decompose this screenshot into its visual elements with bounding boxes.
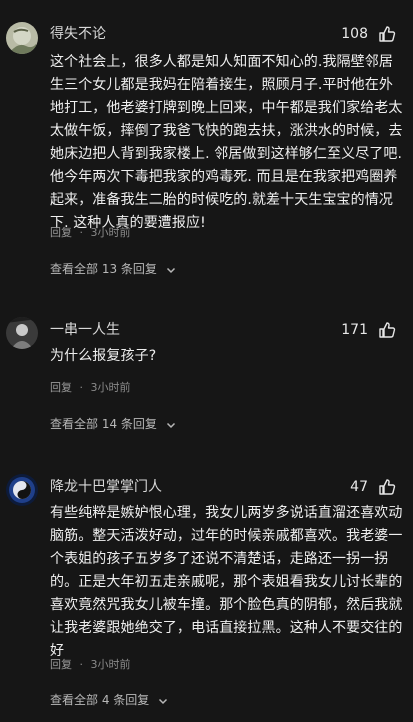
comment-1: 得失不论 108 这个社会上，很多人都是知人知面不知心的.我隔壁邻居生三个女儿都… (0, 0, 413, 290)
timestamp: 3小时前 (90, 226, 131, 239)
thumbs-up-icon[interactable] (378, 321, 396, 339)
chevron-down-icon (166, 267, 175, 273)
view-replies-label: 查看全部 4 条回复 (50, 693, 150, 707)
comment-2: 一串一人生 171 为什么报复孩子? 回复 · 3小时前 查看全部 14 条回复 (0, 290, 413, 440)
separator: · (79, 226, 84, 239)
comment-text: 为什么报复孩子? (50, 348, 157, 364)
like-count: 171 (341, 322, 368, 338)
view-replies-label: 查看全部 14 条回复 (50, 417, 157, 431)
view-replies-button[interactable]: 查看全部 13 条回复 (50, 261, 177, 277)
comment-meta: 回复 · 3小时前 (50, 381, 131, 395)
avatar[interactable] (6, 22, 38, 54)
thumbs-up-icon[interactable] (378, 25, 396, 43)
avatar[interactable] (6, 474, 38, 506)
like-count: 47 (350, 479, 368, 495)
like-count: 108 (341, 26, 368, 42)
comment-text: 有些纯粹是嫉妒恨心理，我女儿两岁多说话直溜还喜欢动脑筋。整天活泼好动，过年的时候… (50, 505, 403, 659)
reply-button[interactable]: 回复 (50, 658, 72, 671)
username[interactable]: 降龙十巴掌掌门人 (50, 478, 162, 496)
comment-3: 降龙十巴掌掌门人 47 有些纯粹是嫉妒恨心理，我女儿两岁多说话直溜还喜欢动脑筋。… (0, 440, 413, 722)
view-replies-label: 查看全部 13 条回复 (50, 262, 157, 276)
comment-text: 这个社会上，很多人都是知人知面不知心的.我隔壁邻居生三个女儿都是我妈在陪着接生，… (50, 54, 403, 231)
view-replies-button[interactable]: 查看全部 14 条回复 (50, 416, 177, 432)
comment-meta: 回复 · 3小时前 (50, 226, 131, 240)
view-replies-button[interactable]: 查看全部 4 条回复 (50, 692, 169, 708)
separator: · (79, 381, 84, 394)
username[interactable]: 得失不论 (50, 25, 106, 43)
separator: · (79, 658, 84, 671)
chevron-down-icon (159, 698, 168, 704)
thumbs-up-icon[interactable] (378, 478, 396, 496)
reply-button[interactable]: 回复 (50, 226, 72, 239)
timestamp: 3小时前 (90, 381, 131, 394)
comment-meta: 回复 · 3小时前 (50, 658, 131, 672)
chevron-down-icon (166, 422, 175, 428)
reply-button[interactable]: 回复 (50, 381, 72, 394)
avatar[interactable] (6, 317, 38, 349)
timestamp: 3小时前 (90, 658, 131, 671)
username[interactable]: 一串一人生 (50, 321, 120, 339)
